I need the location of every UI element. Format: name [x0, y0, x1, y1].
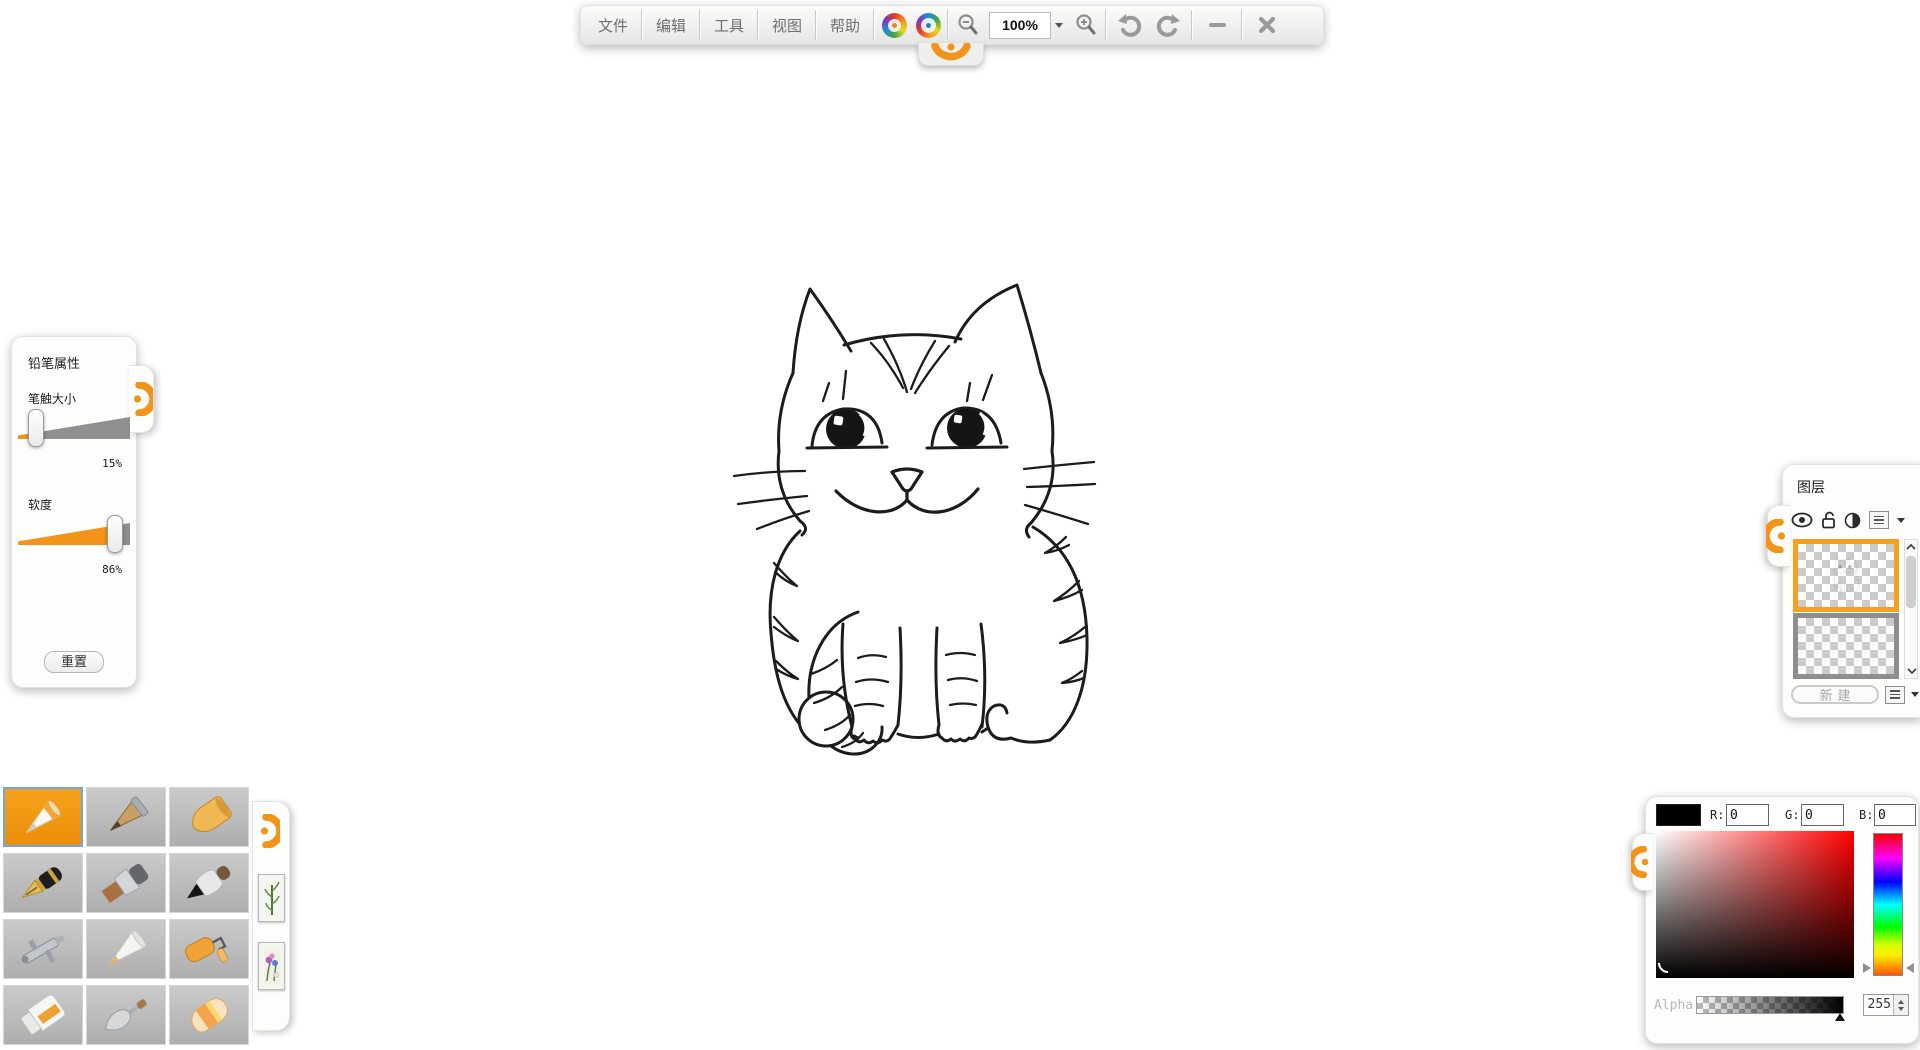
spinner-arrows[interactable] — [1893, 995, 1908, 1015]
g-label: G: — [1785, 808, 1799, 822]
softness-label: 软度 — [28, 496, 136, 513]
b-input[interactable] — [1874, 804, 1916, 826]
zoom-level-value[interactable]: 100% — [989, 12, 1051, 39]
rainbow-face-icon[interactable] — [877, 8, 911, 42]
tool-bamboo-stamp[interactable] — [258, 874, 285, 922]
drawing-canvas[interactable] — [0, 60, 1920, 760]
r-label: R: — [1710, 808, 1724, 822]
brush-size-label: 笔触大小 — [28, 390, 136, 407]
zoom-dropdown-arrow-icon[interactable] — [1055, 23, 1063, 28]
contrast-icon[interactable] — [1844, 512, 1861, 529]
cat-sketch — [730, 275, 1110, 765]
layer-thumbnail-selected[interactable] — [1793, 539, 1899, 612]
sv-cursor-icon — [1657, 960, 1671, 974]
menu-tools[interactable]: 工具 — [703, 8, 755, 42]
zoom-out-icon[interactable] — [951, 8, 985, 42]
r-input[interactable] — [1726, 804, 1769, 826]
blend-list-icon[interactable] — [1869, 511, 1889, 529]
pencil-panel-title: 铅笔属性 — [28, 353, 136, 372]
scrollbar-thumb[interactable] — [1906, 556, 1916, 608]
tool-pencil[interactable] — [3, 787, 83, 847]
app-window: { "toolbar": { "menus": [ {"label": "文件"… — [0, 0, 1920, 1050]
hue-marker-right-icon[interactable] — [1906, 963, 1914, 973]
tool-wood-pencil[interactable] — [86, 787, 166, 847]
tool-flat-brush[interactable] — [86, 853, 166, 913]
scroll-down-icon[interactable] — [1906, 667, 1918, 675]
layer-cat-preview — [1831, 554, 1861, 594]
unlock-icon[interactable] — [1821, 511, 1836, 529]
menu-help[interactable]: 帮助 — [819, 8, 871, 42]
brush-size-slider-handle[interactable] — [28, 409, 44, 447]
g-input[interactable] — [1801, 804, 1844, 826]
new-layer-button[interactable]: 新建 — [1791, 685, 1879, 704]
alpha-value: 255 — [1864, 995, 1893, 1015]
softness-slider-handle[interactable] — [107, 515, 123, 553]
redo-icon[interactable] — [1149, 8, 1189, 42]
palette-collapse-handle[interactable] — [258, 814, 280, 848]
minimize-icon[interactable] — [1195, 8, 1239, 42]
tool-picture-stamp[interactable] — [258, 942, 285, 990]
toolbar-separator — [757, 10, 759, 40]
layer-thumbnail[interactable] — [1793, 613, 1899, 679]
b-label: B: — [1859, 808, 1873, 822]
close-icon[interactable] — [1245, 8, 1289, 42]
blend-dropdown-arrow-icon[interactable] — [1897, 518, 1905, 523]
alpha-label: Alpha — [1654, 998, 1693, 1013]
layers-panel: 图层 新建 — [1782, 464, 1920, 718]
orange-crescent-icon — [131, 382, 153, 416]
main-toolbar: 文件 编辑 工具 视图 帮助 100% — [580, 5, 1324, 45]
layers-panel-title: 图层 — [1797, 477, 1920, 497]
brush-size-value: 15% — [12, 457, 122, 470]
layers-panel-collapse-handle[interactable] — [1767, 505, 1790, 567]
menu-file[interactable]: 文件 — [587, 8, 639, 42]
layer-options-arrow-icon[interactable] — [1911, 692, 1919, 697]
layer-options-icon[interactable] — [1885, 686, 1905, 704]
tool-airbrush[interactable] — [3, 919, 83, 979]
saturation-value-picker[interactable] — [1656, 831, 1854, 978]
color-picker-panel: R: G: B: Alpha 255 — [1645, 796, 1919, 1044]
tool-paint-tube[interactable] — [3, 985, 83, 1045]
menu-view[interactable]: 视图 — [761, 8, 813, 42]
tool-paint-roller[interactable] — [169, 919, 249, 979]
orange-crescent-icon — [1631, 846, 1651, 878]
palette-side-strip — [252, 801, 290, 1031]
alpha-slider-handle[interactable] — [1835, 1013, 1845, 1021]
menu-edit[interactable]: 编辑 — [645, 8, 697, 42]
tool-paint-cone[interactable] — [86, 919, 166, 979]
toolbar-separator — [1105, 10, 1107, 40]
toolbar-separator — [815, 10, 817, 40]
scroll-up-icon[interactable] — [1905, 543, 1917, 551]
toolbar-separator — [947, 10, 949, 40]
toolbar-separator — [873, 10, 875, 40]
pencil-properties-panel: 铅笔属性 笔触大小 15% 软度 86% 重置 — [11, 336, 137, 688]
toolbar-separator — [641, 10, 643, 40]
layers-scrollbar[interactable] — [1904, 539, 1918, 679]
tool-palette-knife[interactable] — [86, 985, 166, 1045]
visibility-eye-icon[interactable] — [1791, 512, 1813, 528]
toolbar-separator — [1191, 10, 1193, 40]
zoom-in-icon[interactable] — [1069, 8, 1103, 42]
color-panel-collapse-handle[interactable] — [1632, 833, 1653, 891]
rainbow-swirl-icon[interactable] — [911, 8, 945, 42]
toolbar-separator — [1241, 10, 1243, 40]
tool-eraser[interactable] — [169, 985, 249, 1045]
alpha-slider[interactable] — [1696, 996, 1844, 1014]
softness-value: 86% — [12, 563, 122, 576]
hue-marker-left-icon[interactable] — [1863, 963, 1871, 973]
toolbar-separator — [699, 10, 701, 40]
undo-icon[interactable] — [1109, 8, 1149, 42]
reset-button[interactable]: 重置 — [44, 651, 104, 673]
tool-crayon[interactable] — [169, 787, 249, 847]
alpha-spinner[interactable]: 255 — [1863, 994, 1909, 1016]
pencil-panel-collapse-handle[interactable] — [129, 365, 154, 433]
current-color-swatch[interactable] — [1656, 804, 1701, 826]
tool-ink-brush[interactable] — [169, 853, 249, 913]
hue-bar[interactable] — [1873, 833, 1903, 976]
orange-crescent-icon — [1766, 519, 1788, 553]
tool-fountain-pen[interactable] — [3, 853, 83, 913]
